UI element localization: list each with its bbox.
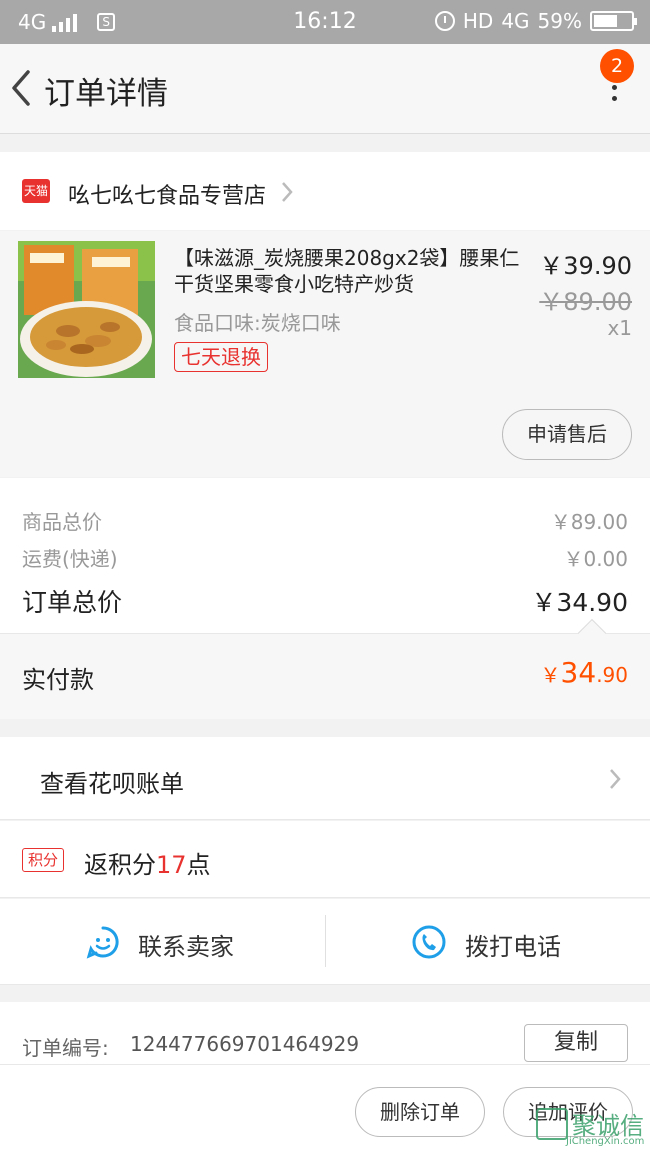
back-button[interactable]	[8, 66, 38, 110]
order-number-row: 订单编号: 1244776697014649​29 复制	[0, 1002, 650, 1064]
status-bar: 4G S 16:12 HD 4G 59%	[0, 0, 650, 44]
amount-integer: 34	[560, 656, 597, 689]
points-row: 积分 返积分17点	[0, 821, 650, 898]
store-row[interactable]: 天猫 吆七吆七食品专营店	[0, 152, 650, 230]
order-number-value: 1244776697014649​29	[130, 1032, 360, 1056]
order-total-label: 订单总价	[22, 588, 123, 617]
shipping-row: 运费(快递) ￥0.00	[22, 543, 628, 572]
call-phone-button[interactable]: 拨打电话	[325, 915, 650, 967]
points-prefix: 返积分	[84, 851, 156, 879]
chevron-left-icon	[12, 70, 30, 106]
original-price: ￥89.00	[539, 288, 632, 316]
product-item[interactable]: 【味滋源_炭烧腰果208gx2袋】腰果仁干货坚果零食小吃特产炒货 食品口味:炭烧…	[0, 231, 650, 477]
call-phone-label: 拨打电话	[465, 933, 561, 961]
points-number: 17	[156, 851, 187, 879]
notification-badge: 2	[600, 49, 634, 83]
shipping-value: ￥0.00	[563, 547, 628, 571]
dot	[611, 85, 617, 90]
actual-payment-label: 实付款	[22, 666, 94, 694]
alarm-icon	[434, 11, 455, 31]
chat-icon	[86, 926, 119, 959]
currency-symbol: ￥	[540, 663, 561, 687]
huabei-bill-label: 查看花呗账单	[40, 770, 184, 798]
tmall-tag: 天猫	[22, 179, 50, 203]
battery-icon	[590, 11, 637, 31]
contact-row: 联系卖家 拨打电话	[0, 899, 650, 985]
delete-order-button[interactable]: 删除订单	[355, 1087, 485, 1137]
points-suffix: 点	[186, 851, 211, 879]
product-image	[18, 241, 155, 378]
battery-percent: 59%	[537, 9, 582, 33]
watermark-icon	[536, 1108, 568, 1140]
points-tag: 积分	[22, 848, 64, 872]
goods-total-label: 商品总价	[22, 510, 102, 534]
amount-decimal: .90	[596, 663, 628, 687]
huabei-bill-row[interactable]: 查看花呗账单	[0, 737, 650, 820]
phone-icon	[412, 925, 446, 959]
status-right: HD 4G 59%	[434, 9, 637, 33]
goods-total-row: 商品总价 ￥89.00	[22, 506, 628, 535]
product-quantity: x1	[607, 316, 632, 340]
shipping-label: 运费(快递)	[22, 547, 118, 571]
return-policy-tag: 七天退换	[174, 342, 268, 372]
network-right-label: 4G	[501, 9, 530, 33]
contact-seller-button[interactable]: 联系卖家	[0, 899, 325, 985]
product-title: 【味滋源_炭烧腰果208gx2袋】腰果仁干货坚果零食小吃特产炒货	[174, 246, 520, 296]
actual-payment-amount: ￥34.90	[541, 656, 628, 689]
hd-label: HD	[462, 9, 494, 33]
apply-after-sale-button[interactable]: 申请售后	[502, 409, 632, 460]
goods-total-value: ￥89.00	[550, 510, 628, 534]
watermark-sub: JiChengXin.com	[566, 1136, 645, 1147]
product-sku: 食品口味:炭烧口味	[174, 311, 341, 335]
order-number-label: 订单编号:	[22, 1036, 109, 1060]
store-name: 吆七吆七食品专营店	[68, 184, 267, 209]
chevron-right-icon	[282, 182, 293, 202]
nav-bar: 订单详情 2	[0, 44, 650, 134]
product-price: ￥39.90	[539, 252, 632, 280]
chevron-right-icon	[610, 769, 621, 789]
price-summary: 商品总价 ￥89.00 运费(快递) ￥0.00 订单总价 ￥34.90	[0, 478, 650, 633]
dot	[611, 96, 617, 101]
order-total-row: 订单总价 ￥34.90	[22, 583, 628, 619]
watermark-logo: 聚诚信 JiChengXin.com	[536, 1106, 646, 1152]
page-title: 订单详情	[44, 76, 168, 112]
contact-seller-label: 联系卖家	[138, 933, 234, 961]
order-total-value: ￥34.90	[531, 588, 628, 617]
copy-button[interactable]: 复制	[524, 1024, 628, 1062]
actual-payment-row: 实付款 ￥34.90	[0, 618, 650, 719]
points-text: 返积分17点	[84, 845, 211, 880]
